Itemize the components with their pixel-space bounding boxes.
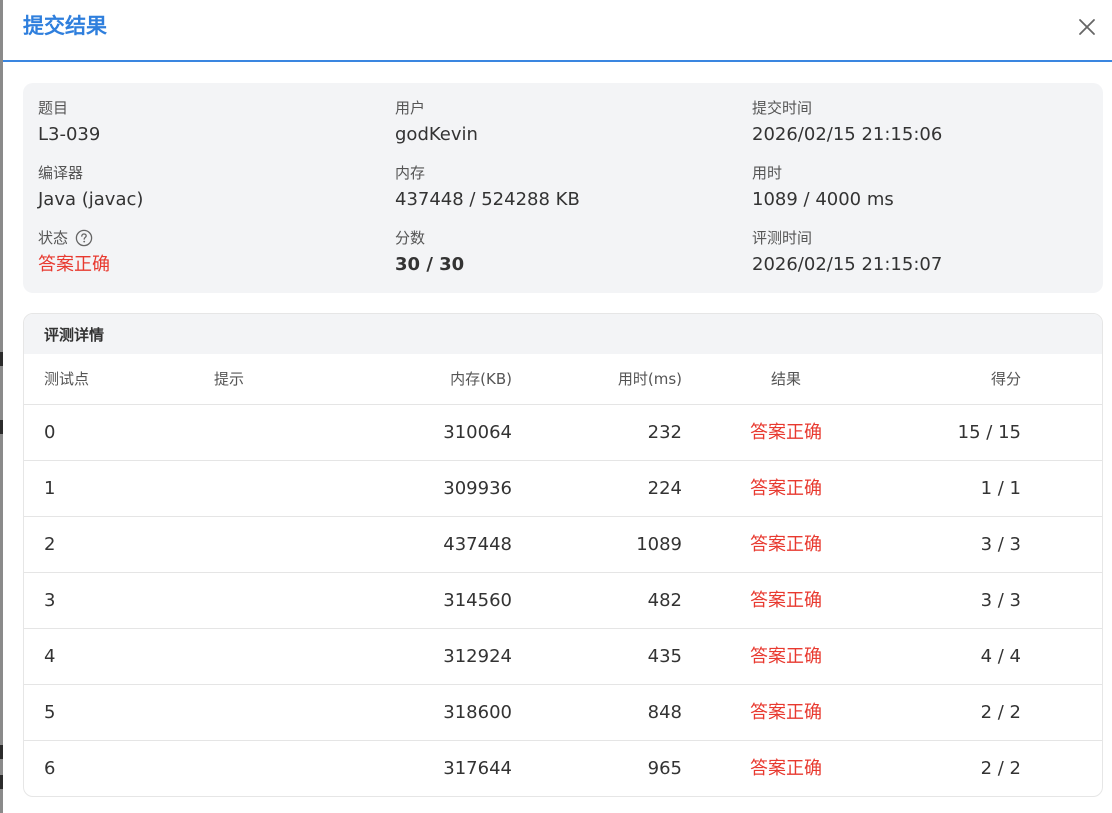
judge-details-table: 测试点 提示 内存(KB) 用时(ms) 结果 得分 0 310064 232 … [24, 354, 1102, 796]
dialog-header: 提交结果 [3, 0, 1112, 62]
compiler-value: Java (javac) [38, 189, 144, 210]
cell-case: 5 [44, 702, 56, 723]
cell-time: 965 [647, 758, 682, 779]
cell-time: 848 [647, 702, 682, 723]
status-label-row: 状态 [38, 227, 143, 249]
close-icon [1079, 19, 1095, 35]
cell-result: 答案正确 [750, 758, 822, 779]
judge-details-card: 评测详情 测试点 提示 内存(KB) 用时(ms) 结果 得分 0 310064… [23, 313, 1103, 797]
info-score: 分数 30 / 30 [395, 227, 580, 292]
info-column-2: 用户 godKevin 内存 437448 / 524288 KB 分数 30 … [395, 97, 580, 292]
cell-score: 15 / 15 [957, 422, 1021, 443]
cell-score: 3 / 3 [980, 534, 1021, 555]
user-value: godKevin [395, 124, 478, 145]
submission-info-card: 题目 L3-039 编译器 Java (javac) 状态 答案正确 用户 go… [23, 83, 1103, 293]
cell-result: 答案正确 [750, 534, 822, 555]
judge-time-value: 2026/02/15 21:15:07 [752, 254, 943, 275]
table-body: 0 310064 232 答案正确 15 / 15 1 309936 224 答… [24, 405, 1102, 796]
cell-memory: 437448 [443, 534, 512, 555]
cell-result: 答案正确 [750, 702, 822, 723]
cell-memory: 309936 [443, 478, 512, 499]
column-header-hint: 提示 [214, 370, 245, 388]
table-row: 5 318600 848 答案正确 2 / 2 [24, 685, 1102, 741]
user-label: 用户 [395, 99, 426, 117]
cell-time: 482 [647, 590, 682, 611]
cell-memory: 318600 [443, 702, 512, 723]
info-compiler: 编译器 Java (javac) [38, 162, 143, 227]
problem-label: 题目 [38, 99, 69, 117]
table-row: 3 314560 482 答案正确 3 / 3 [24, 573, 1102, 629]
problem-value: L3-039 [38, 124, 101, 145]
dialog-title: 提交结果 [23, 14, 107, 38]
cell-time: 224 [647, 478, 682, 499]
status-value: 答案正确 [38, 254, 110, 275]
cell-case: 1 [44, 478, 56, 499]
info-column-1: 题目 L3-039 编译器 Java (javac) 状态 答案正确 [38, 97, 143, 292]
cell-score: 2 / 2 [980, 702, 1021, 723]
cell-result: 答案正确 [750, 422, 822, 443]
background-fragment [0, 352, 3, 366]
column-header-memory: 内存(KB) [450, 370, 512, 388]
submit-time-value: 2026/02/15 21:15:06 [752, 124, 943, 145]
info-problem: 题目 L3-039 [38, 97, 143, 162]
background-fragment [0, 420, 3, 434]
column-header-case: 测试点 [44, 370, 90, 388]
memory-label: 内存 [395, 164, 426, 182]
compiler-label: 编译器 [38, 164, 84, 182]
table-header: 测试点 提示 内存(KB) 用时(ms) 结果 得分 [24, 354, 1102, 405]
background-fragment [0, 775, 3, 789]
info-user: 用户 godKevin [395, 97, 580, 162]
judge-time-label: 评测时间 [752, 229, 813, 247]
question-circle-icon[interactable] [75, 229, 93, 247]
column-header-result: 结果 [770, 370, 801, 388]
score-value: 30 / 30 [395, 254, 465, 275]
cell-result: 答案正确 [750, 478, 822, 499]
cell-score: 1 / 1 [980, 478, 1021, 499]
info-column-3: 提交时间 2026/02/15 21:15:06 用时 1089 / 4000 … [752, 97, 942, 292]
memory-value: 437448 / 524288 KB [395, 189, 580, 210]
table-row: 2 437448 1089 答案正确 3 / 3 [24, 517, 1102, 573]
table-row: 1 309936 224 答案正确 1 / 1 [24, 461, 1102, 517]
score-label: 分数 [395, 229, 426, 247]
cell-score: 2 / 2 [980, 758, 1021, 779]
cell-case: 4 [44, 646, 56, 667]
info-time-used: 用时 1089 / 4000 ms [752, 162, 942, 227]
table-row: 4 312924 435 答案正确 4 / 4 [24, 629, 1102, 685]
column-header-time: 用时(ms) [617, 370, 682, 388]
judge-details-title: 评测详情 [24, 314, 1102, 354]
cell-case: 0 [44, 422, 56, 443]
cell-memory: 317644 [443, 758, 512, 779]
cell-memory: 310064 [443, 422, 512, 443]
time-used-value: 1089 / 4000 ms [752, 189, 894, 210]
table-row: 0 310064 232 答案正确 15 / 15 [24, 405, 1102, 461]
cell-case: 2 [44, 534, 56, 555]
submit-time-label: 提交时间 [752, 99, 813, 117]
background-fragment [0, 745, 3, 759]
cell-score: 3 / 3 [980, 590, 1021, 611]
time-used-label: 用时 [752, 164, 783, 182]
cell-memory: 314560 [443, 590, 512, 611]
cell-time: 1089 [636, 534, 682, 555]
cell-memory: 312924 [443, 646, 512, 667]
close-button[interactable] [1073, 13, 1101, 41]
cell-case: 3 [44, 590, 56, 611]
info-judge-time: 评测时间 2026/02/15 21:15:07 [752, 227, 942, 292]
cell-case: 6 [44, 758, 56, 779]
cell-result: 答案正确 [750, 646, 822, 667]
table-row: 6 317644 965 答案正确 2 / 2 [24, 741, 1102, 796]
status-label: 状态 [38, 229, 69, 247]
cell-time: 232 [647, 422, 682, 443]
info-submit-time: 提交时间 2026/02/15 21:15:06 [752, 97, 942, 162]
cell-time: 435 [647, 646, 682, 667]
cell-score: 4 / 4 [980, 646, 1021, 667]
info-memory: 内存 437448 / 524288 KB [395, 162, 580, 227]
column-header-score: 得分 [990, 370, 1021, 388]
info-status: 状态 答案正确 [38, 227, 143, 292]
background-page-edge [0, 0, 3, 813]
cell-result: 答案正确 [750, 590, 822, 611]
